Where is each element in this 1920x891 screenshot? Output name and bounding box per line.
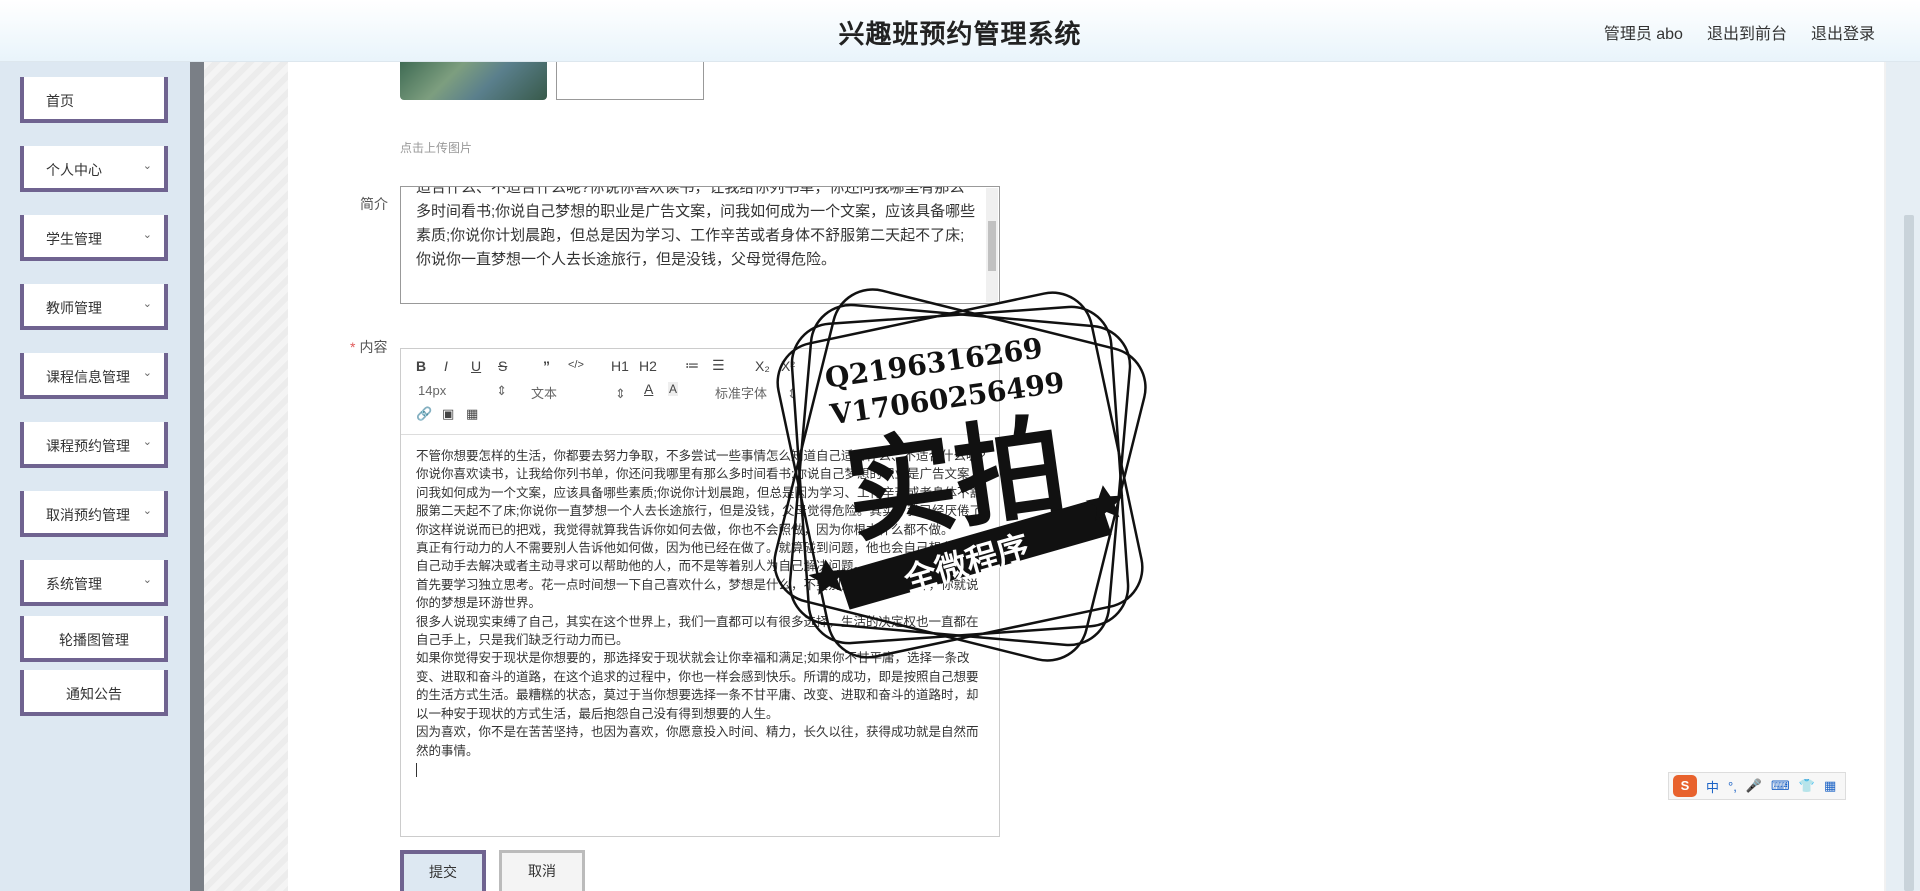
editor-paragraph: 首先要学习独立思考。花一点时间想一下自己喜欢什么，梦想是什么，不要别人说想环游世… — [416, 577, 979, 611]
sidebar-item-carousel[interactable]: 轮播图管理 — [20, 616, 168, 662]
image-icon[interactable]: ▣ — [442, 406, 454, 422]
text-style-value: 文本 — [531, 386, 558, 401]
sidebar-item-notices[interactable]: 通知公告 — [20, 670, 168, 716]
sidebar-item-system[interactable]: 系统管理 ⌄ — [20, 560, 168, 606]
text-caret — [416, 762, 417, 777]
subscript-button[interactable]: X₂ — [755, 358, 770, 374]
editor-paragraph: 真正有行动力的人不需要别人告诉他如何做，因为他已经在做了。就算碰到问题，他也会自… — [416, 541, 979, 574]
ime-punctuation-toggle[interactable]: °, — [1728, 779, 1737, 794]
blockquote-button[interactable]: ” — [543, 358, 550, 374]
intro-scrollbar-thumb[interactable] — [988, 221, 996, 271]
ime-language-toggle[interactable]: 中 — [1706, 777, 1719, 796]
italic-button[interactable]: I — [444, 358, 448, 374]
admin-user-label[interactable]: 管理员 abo — [1604, 20, 1683, 44]
video-icon[interactable]: ▦ — [466, 406, 478, 422]
text-style-select[interactable]: 文本 ⇕ — [531, 383, 626, 402]
sidebar-item-course-booking[interactable]: 课程预约管理 ⌄ — [20, 422, 168, 468]
intro-scrollbar[interactable] — [986, 188, 998, 302]
toolbox-icon[interactable]: ▦ — [1824, 778, 1836, 794]
sidebar-item-label: 首页 — [46, 93, 74, 109]
skin-icon[interactable]: 👕 — [1799, 778, 1815, 794]
font-color-icon[interactable]: A — [644, 381, 653, 397]
editor-paragraph: 很多人说现实束缚了自己，其实在这个世界上，我们一直都可以有很多选择，生活的决定权… — [416, 614, 979, 648]
sidebar-item-personal-center[interactable]: 个人中心 ⌄ — [20, 146, 168, 192]
select-arrow-icon: ⇕ — [787, 386, 798, 401]
chevron-down-icon: ⌄ — [142, 298, 152, 310]
chevron-down-icon: ⌄ — [142, 505, 152, 517]
chevron-down-icon: ⌄ — [142, 160, 152, 172]
editor-toolbar: B I U S ” </> H1 H2 ≔ ☰ X₂ X² 14px ⇕ 文本 ⇕ … — [401, 349, 999, 435]
rich-text-editor[interactable]: B I U S ” </> H1 H2 ≔ ☰ X₂ X² 14px ⇕ 文本 ⇕ … — [400, 348, 1000, 837]
chevron-down-icon: ⌄ — [142, 367, 152, 379]
sidebar-item-label: 取消预约管理 — [46, 507, 130, 523]
decorative-panel — [204, 62, 288, 891]
heading-1-button[interactable]: H1 — [611, 358, 629, 374]
sidebar-item-label: 系统管理 — [46, 576, 102, 592]
sidebar-item-cancel-booking[interactable]: 取消预约管理 ⌄ — [20, 491, 168, 537]
underline-button[interactable]: U — [471, 358, 481, 374]
chevron-down-icon: ⌄ — [142, 574, 152, 586]
header-nav: 管理员 abo 退出到前台 退出登录 — [1604, 20, 1875, 44]
sidebar-item-label: 课程预约管理 — [46, 438, 130, 454]
superscript-button[interactable]: X² — [781, 358, 795, 374]
sogou-logo-icon[interactable]: S — [1673, 775, 1697, 797]
page-scrollbar[interactable] — [1886, 62, 1920, 891]
uploaded-image-thumbnail[interactable] — [400, 62, 547, 100]
content-label-text: 内容 — [359, 339, 388, 355]
intro-text: 适合什么、不适合什么呢?你说你喜欢读书，让我给你列书单，你还问我哪里有那么多时间… — [416, 186, 976, 268]
heading-2-button[interactable]: H2 — [639, 358, 657, 374]
sidebar-item-label: 学生管理 — [46, 231, 102, 247]
keyboard-icon[interactable]: ⌨ — [1771, 778, 1790, 794]
editor-paragraph: 不管你想要怎样的生活，你都要去努力争取，不多尝试一些事情怎么知道自己适合什么、不… — [416, 449, 986, 463]
select-arrow-icon: ⇕ — [496, 383, 508, 398]
logout-link[interactable]: 退出登录 — [1811, 20, 1875, 44]
sidebar-item-label: 通知公告 — [66, 686, 122, 702]
sidebar-item-label: 轮播图管理 — [59, 632, 129, 648]
font-size-value: 14px — [418, 383, 447, 398]
chevron-down-icon: ⌄ — [142, 436, 152, 448]
sidebar-item-students[interactable]: 学生管理 ⌄ — [20, 215, 168, 261]
ime-toolbar[interactable]: S 中 °, 🎤 ⌨ 👕 ▦ — [1668, 772, 1846, 800]
select-arrow-icon: ⇕ — [615, 386, 626, 401]
intro-label: 简介 — [360, 196, 388, 212]
chevron-down-icon: ⌄ — [142, 229, 152, 241]
editor-paragraph: 因为喜欢，你不是在苦苦坚持，也因为喜欢，你愿意投入时间、精力，长久以往，获得成功… — [416, 725, 979, 758]
editor-paragraph: 你说你喜欢读书，让我给你列书单，你还问我哪里有那么多时间看书;你说自己梦想的职业… — [416, 467, 982, 537]
editor-caret-line — [416, 760, 988, 782]
code-block-button[interactable]: </> — [568, 359, 584, 371]
sidebar-divider — [190, 62, 204, 891]
sidebar-item-teachers[interactable]: 教师管理 ⌄ — [20, 284, 168, 330]
editor-content[interactable]: 不管你想要怎样的生活，你都要去努力争取，不多尝试一些事情怎么知道自己适合什么、不… — [416, 447, 988, 782]
sidebar-item-label: 个人中心 — [46, 162, 102, 178]
top-header: 兴趣班预约管理系统 管理员 abo 退出到前台 退出登录 — [0, 0, 1920, 62]
sidebar-item-home[interactable]: 首页 — [20, 77, 168, 123]
background-color-icon[interactable]: A — [668, 382, 679, 396]
upload-image-slot[interactable] — [556, 62, 704, 100]
bullet-list-button[interactable]: ☰ — [712, 357, 725, 374]
font-family-select[interactable]: 标准字体 ⇕ — [715, 383, 798, 402]
microphone-icon[interactable]: 🎤 — [1746, 778, 1762, 794]
ordered-list-button[interactable]: ≔ — [685, 357, 699, 374]
cancel-button[interactable]: 取消 — [499, 850, 585, 891]
upload-image-tip[interactable]: 点击上传图片 — [400, 139, 472, 156]
sidebar-item-label: 课程信息管理 — [46, 369, 130, 385]
strikethrough-button[interactable]: S — [498, 358, 507, 374]
editor-paragraph: 如果你觉得安于现状是你想要的，那选择安于现状就会让你幸福和满足;如果你不甘平庸，… — [416, 651, 979, 721]
exit-to-front-link[interactable]: 退出到前台 — [1707, 20, 1787, 44]
required-mark: * — [350, 339, 356, 355]
page-scrollbar-thumb[interactable] — [1904, 215, 1914, 891]
content-label: * 内容 — [350, 337, 387, 357]
font-size-select[interactable]: 14px ⇕ — [418, 383, 507, 399]
intro-textarea[interactable]: 适合什么、不适合什么呢?你说你喜欢读书，让我给你列书单，你还问我哪里有那么多时间… — [400, 186, 1000, 304]
sidebar-item-label: 教师管理 — [46, 300, 102, 316]
bold-button[interactable]: B — [416, 358, 426, 374]
font-family-value: 标准字体 — [715, 386, 768, 401]
link-icon[interactable]: 🔗 — [416, 406, 432, 422]
submit-button[interactable]: 提交 — [400, 850, 486, 891]
sidebar-item-course-info[interactable]: 课程信息管理 ⌄ — [20, 353, 168, 399]
